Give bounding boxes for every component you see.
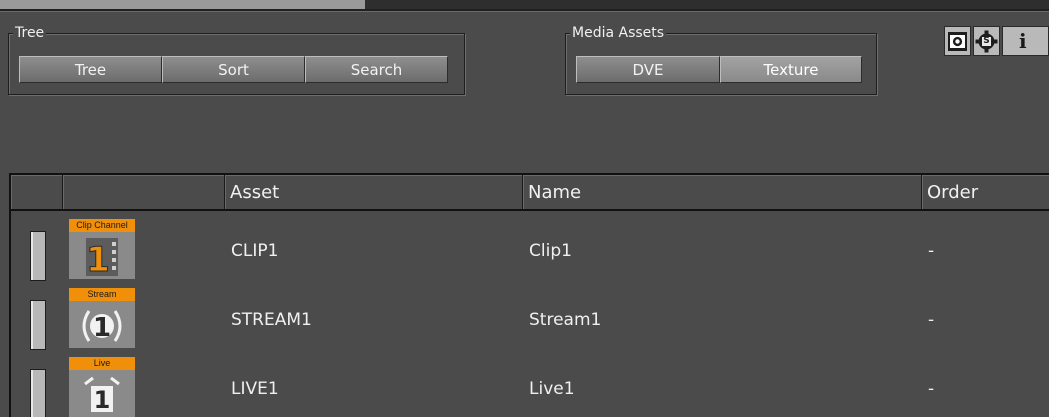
asset-cell: STREAM1 [231,310,312,330]
texture-button[interactable]: Texture [720,56,862,83]
live-camera-glyph: 1 [84,376,120,414]
camera-glyph [948,31,967,51]
drag-handle[interactable] [30,231,46,281]
name-cell: Live1 [529,379,575,399]
header-icon[interactable] [63,175,225,211]
table-row[interactable]: Stream 1 STREAM1 Stream1 - [11,282,1049,351]
info-glyph: i [1019,29,1027,53]
header-name[interactable]: Name [523,175,922,211]
script-letter: S [983,36,990,46]
drag-handle[interactable] [30,300,46,350]
search-button[interactable]: Search [305,56,448,83]
order-cell: - [928,241,935,261]
broadcast-glyph: 1 [82,309,122,343]
thumb-tag: Clip Channel [69,219,135,232]
tree-group-title: Tree [13,24,47,42]
drag-handle[interactable] [30,369,46,417]
table-row[interactable]: Live 1 LIVE1 Live1 - [11,351,1049,417]
name-cell: Clip1 [529,241,572,261]
order-cell: - [928,310,935,330]
header-asset[interactable]: Asset [225,175,523,211]
media-button-row: DVE Texture [576,56,862,83]
table-row[interactable]: Clip Channel 1 CLIP1 Clip1 - [11,213,1049,282]
name-cell: Stream1 [529,310,602,330]
media-assets-group-title: Media Assets [570,24,667,42]
asset-cell: CLIP1 [231,241,279,261]
film-glyph: 1 [86,237,118,278]
svg-text:1: 1 [94,386,111,414]
order-cell: - [928,379,935,399]
top-divider [0,9,1049,11]
live-icon: Live 1 [69,357,135,417]
top-strip [0,0,1049,12]
table-header: Asset Name Order [11,175,1049,213]
tree-button[interactable]: Tree [19,56,162,83]
header-order[interactable]: Order [922,175,1049,211]
dve-button[interactable]: DVE [576,56,720,83]
stream-icon: Stream 1 [69,288,135,348]
thumb-tag: Live [69,357,135,370]
svg-text:1: 1 [93,313,111,343]
top-strip-left [0,0,365,9]
script-icon[interactable]: S [973,26,1000,56]
info-icon[interactable]: i [1002,26,1049,56]
top-strip-right [365,0,1049,9]
thumb-tag: Stream [69,288,135,301]
sort-button[interactable]: Sort [162,56,305,83]
header-handle[interactable] [11,175,63,211]
clip-channel-icon: Clip Channel 1 [69,219,135,279]
tree-button-row: Tree Sort Search [19,56,448,83]
asset-table: Asset Name Order Clip Channel 1 CLIP1 Cl… [9,173,1049,417]
svg-text:1: 1 [86,240,110,278]
screenshot-icon[interactable] [944,26,971,56]
asset-cell: LIVE1 [231,379,279,399]
